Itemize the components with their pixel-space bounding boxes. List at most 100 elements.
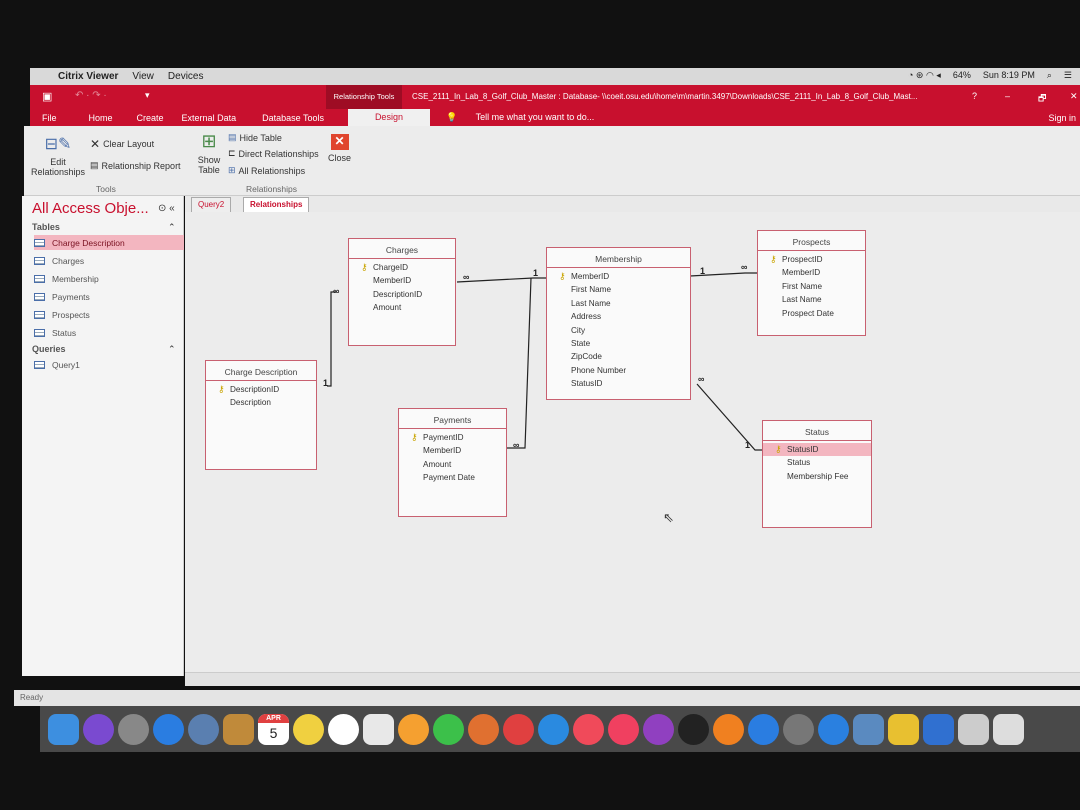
close-relationships-button[interactable]: ✕ Close — [328, 134, 351, 163]
nav-table-item[interactable]: Status — [34, 325, 184, 340]
minimize-button[interactable]: – — [1005, 91, 1010, 101]
nav-table-item[interactable]: Charge Description — [34, 235, 184, 250]
table-prospects[interactable]: Prospects ProspectIDMemberIDFirst NameLas… — [757, 230, 866, 336]
field-item[interactable]: StatusID — [547, 377, 690, 390]
table-title[interactable]: Prospects — [758, 231, 865, 251]
sign-in-link[interactable]: Sign in — [1032, 113, 1080, 123]
direct-relationships-button[interactable]: ⊏ Direct Relationships — [228, 148, 319, 159]
field-item[interactable]: DescriptionID — [349, 288, 455, 301]
tab-home[interactable]: Home — [73, 113, 129, 123]
dock-app-icon[interactable] — [83, 713, 114, 745]
field-item[interactable]: State — [547, 337, 690, 350]
dock-app-icon[interactable] — [643, 713, 674, 745]
field-item[interactable]: MemberID — [349, 274, 455, 287]
nav-query-query1[interactable]: Query1 — [34, 357, 184, 372]
dock-app-icon[interactable] — [608, 713, 639, 745]
tab-create[interactable]: Create — [129, 113, 172, 123]
table-charge-description[interactable]: Charge Description DescriptionIDDescripti… — [205, 360, 317, 470]
dock-app-icon[interactable] — [958, 713, 989, 745]
table-title[interactable]: Payments — [399, 409, 506, 429]
dock-app-icon[interactable] — [573, 713, 604, 745]
dock-app-icon[interactable] — [993, 713, 1024, 745]
tab-query2[interactable]: Query2 — [191, 197, 232, 212]
dock-app-icon[interactable] — [328, 713, 359, 745]
table-title[interactable]: Charges — [349, 239, 455, 259]
dock-app-icon[interactable] — [153, 713, 184, 745]
field-item[interactable]: Amount — [399, 458, 506, 471]
relationship-report-button[interactable]: ▤ Relationship Report — [90, 160, 181, 171]
field-item[interactable]: Last Name — [758, 293, 865, 306]
menu-devices[interactable]: Devices — [168, 71, 204, 82]
help-button[interactable]: ? — [972, 91, 977, 101]
tab-file[interactable]: File — [30, 113, 73, 123]
battery-status[interactable]: 64% — [953, 70, 971, 81]
nav-table-item[interactable]: Payments — [34, 289, 184, 304]
field-item[interactable]: Phone Number — [547, 364, 690, 377]
dock-app-icon[interactable] — [468, 713, 499, 745]
menu-list-icon[interactable]: ☰ — [1064, 70, 1072, 81]
nav-table-item[interactable]: Prospects — [34, 307, 184, 322]
nav-title[interactable]: All Access Obje... — [32, 200, 149, 217]
table-payments[interactable]: Payments PaymentIDMemberIDAmountPayment D… — [398, 408, 507, 517]
nav-table-item[interactable]: Charges — [34, 253, 184, 268]
edit-relationships-button[interactable]: ⊟✎ Edit Relationships — [30, 134, 86, 177]
field-item[interactable]: City — [547, 324, 690, 337]
dock-app-icon[interactable] — [923, 713, 954, 745]
table-title[interactable]: Membership — [547, 248, 690, 268]
field-item[interactable]: Description — [206, 396, 316, 409]
field-item[interactable]: MemberID — [758, 266, 865, 279]
tab-external-data[interactable]: External Data — [172, 113, 247, 123]
nav-menu-icon[interactable]: ⊙ « — [158, 203, 175, 214]
clock[interactable]: Sun 8:19 PM — [983, 70, 1035, 81]
field-item[interactable]: MemberID — [547, 270, 690, 284]
field-item[interactable]: ProspectID — [758, 253, 865, 267]
field-item[interactable]: Status — [763, 456, 871, 469]
hide-table-button[interactable]: ▤ Hide Table — [228, 132, 282, 143]
restore-button[interactable]: 🗗 — [1038, 91, 1046, 107]
all-relationships-button[interactable]: ⊞ All Relationships — [228, 165, 305, 176]
search-icon[interactable]: ⌕ — [1047, 70, 1052, 81]
dock-app-icon[interactable] — [188, 713, 219, 745]
quick-access-dropdown-icon[interactable]: ▾ — [145, 90, 150, 101]
dock-app-icon[interactable] — [888, 713, 919, 745]
dock-app-icon[interactable] — [293, 713, 324, 745]
field-item[interactable]: Prospect Date — [758, 307, 865, 320]
horizontal-scrollbar[interactable] — [185, 672, 1080, 686]
dock-app-icon[interactable] — [398, 713, 429, 745]
field-item[interactable]: MemberID — [399, 444, 506, 457]
dock-app-icon[interactable] — [538, 713, 569, 745]
field-item[interactable]: ZipCode — [547, 350, 690, 363]
calendar-app-icon[interactable]: APR 5 — [258, 713, 289, 745]
tell-me-input[interactable]: 💡 Tell me what you want to do... — [430, 112, 626, 123]
tab-design[interactable]: Design — [347, 109, 430, 126]
save-icon[interactable]: ▣ — [42, 90, 52, 103]
close-window-button[interactable]: ✕ — [1070, 91, 1078, 102]
table-charges[interactable]: Charges ChargeIDMemberIDDescriptionIDAmou… — [348, 238, 456, 346]
field-item[interactable]: Payment Date — [399, 471, 506, 484]
tables-header[interactable]: Tables — [32, 222, 60, 232]
table-title[interactable]: Status — [763, 421, 871, 441]
dock-app-icon[interactable] — [853, 713, 884, 745]
tab-relationships[interactable]: Relationships — [243, 197, 310, 212]
dock-app-icon[interactable] — [118, 713, 149, 745]
field-item[interactable]: Membership Fee — [763, 470, 871, 483]
dock-app-icon[interactable] — [433, 713, 464, 745]
dock-app-icon[interactable] — [713, 713, 744, 745]
field-item[interactable]: StatusID — [763, 443, 871, 457]
show-table-button[interactable]: ⊞ Show Table — [194, 131, 224, 175]
relationships-canvas[interactable]: ∞ 1 ∞ 1 ∞ 1 ∞ ∞ 1 ChargesChargeIDMemberI… — [185, 212, 1080, 672]
field-item[interactable]: PaymentID — [399, 431, 506, 445]
field-item[interactable]: Address — [547, 310, 690, 323]
table-status[interactable]: StatusStatusIDStatusMembership Fee — [762, 420, 872, 528]
table-title[interactable]: Charge Description — [206, 361, 316, 381]
dock-app-icon[interactable] — [783, 713, 814, 745]
queries-header[interactable]: Queries — [32, 344, 66, 354]
field-item[interactable]: First Name — [758, 280, 865, 293]
field-item[interactable]: DescriptionID — [206, 383, 316, 397]
collapse-icon[interactable]: ⌃ — [168, 222, 176, 233]
menu-view[interactable]: View — [132, 71, 154, 82]
table-membership[interactable]: Membership MemberIDFirst NameLast NameAdd… — [546, 247, 691, 400]
field-item[interactable]: Amount — [349, 301, 455, 314]
wifi-icon[interactable]: ◔ ⊛ ◠ ◂ — [908, 70, 941, 81]
dock-app-icon[interactable] — [363, 713, 394, 745]
